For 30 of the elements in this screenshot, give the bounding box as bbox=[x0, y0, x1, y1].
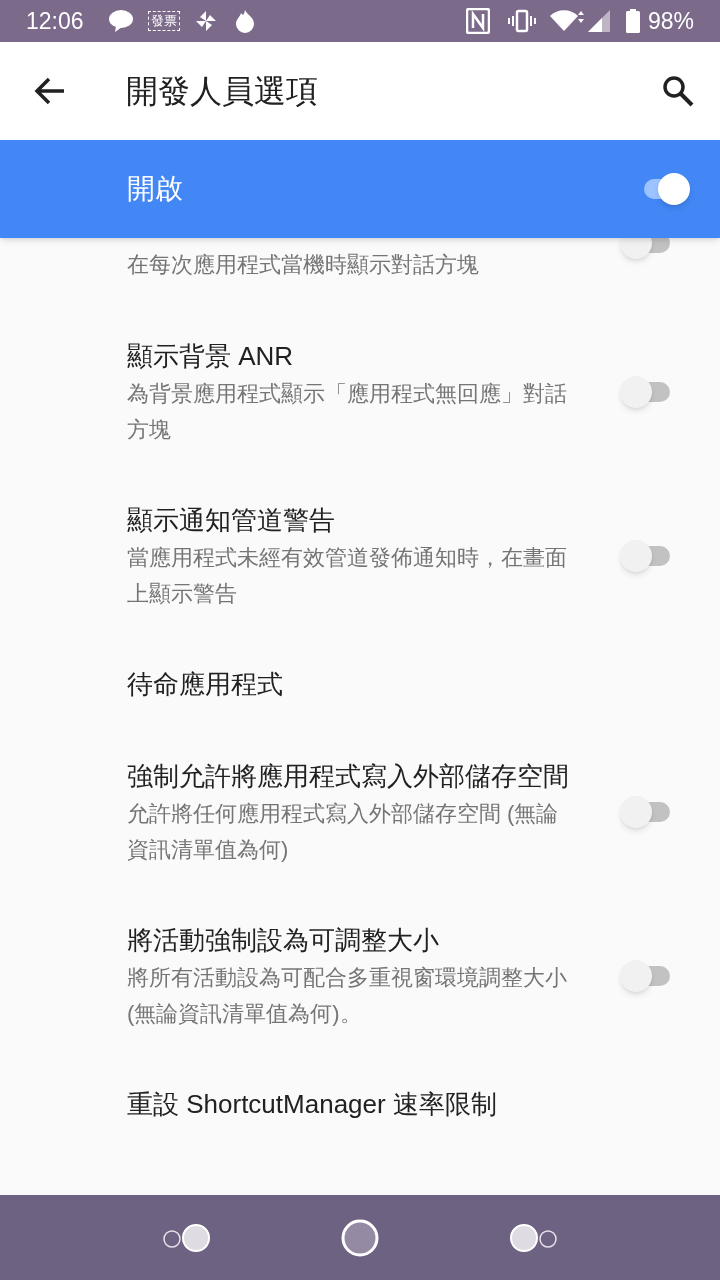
setting-title: 顯示通知管道警告 bbox=[127, 504, 336, 537]
chat-bubble-icon bbox=[107, 9, 134, 33]
setting-description: 在每次應用程式當機時顯示對話方塊 bbox=[127, 251, 480, 279]
setting-description: 將所有活動設為可配合多重視窗環境調整大小 (無論資訊清單值為何)。 bbox=[127, 964, 568, 1028]
app-bar-title: 開發人員選項 bbox=[126, 72, 318, 111]
search-icon[interactable] bbox=[662, 75, 694, 107]
back-arrow-icon[interactable] bbox=[34, 77, 66, 105]
signal-icon bbox=[587, 10, 610, 32]
nfc-icon bbox=[465, 8, 490, 34]
notification-badge: 發票 bbox=[147, 11, 180, 31]
master-switch-label: 開啟 bbox=[127, 172, 184, 206]
battery-icon bbox=[625, 9, 640, 33]
setting-title: 將活動強制設為可調整大小 bbox=[127, 924, 440, 957]
clock: 12:06 bbox=[26, 6, 84, 36]
setting-description: 為背景應用程式顯示「應用程式無回應」對話方塊 bbox=[127, 380, 568, 444]
toggle-switch[interactable] bbox=[620, 960, 672, 992]
setting-title: 顯示背景 ANR bbox=[127, 340, 295, 373]
flame-icon bbox=[233, 9, 256, 33]
battery-percentage: 98% bbox=[647, 6, 694, 36]
toggle-switch[interactable] bbox=[620, 796, 672, 828]
home-icon[interactable] bbox=[340, 1217, 380, 1258]
wifi-icon bbox=[549, 9, 584, 33]
vibrate-icon bbox=[507, 9, 536, 33]
setting-title: 待命應用程式 bbox=[127, 668, 284, 701]
setting-description: 當應用程式未經有效管道發佈通知時，在畫面上顯示警告 bbox=[127, 544, 568, 608]
setting-title: 重設 ShortcutManager 速率限制 bbox=[127, 1088, 498, 1121]
setting-title: 強制允許將應用程式寫入外部儲存空間 bbox=[127, 760, 570, 793]
toggle-switch[interactable] bbox=[620, 376, 672, 408]
setting-description: 允許將任何應用程式寫入外部儲存空間 (無論資訊清單值為何) bbox=[127, 800, 560, 864]
toggle-switch[interactable] bbox=[620, 540, 672, 572]
